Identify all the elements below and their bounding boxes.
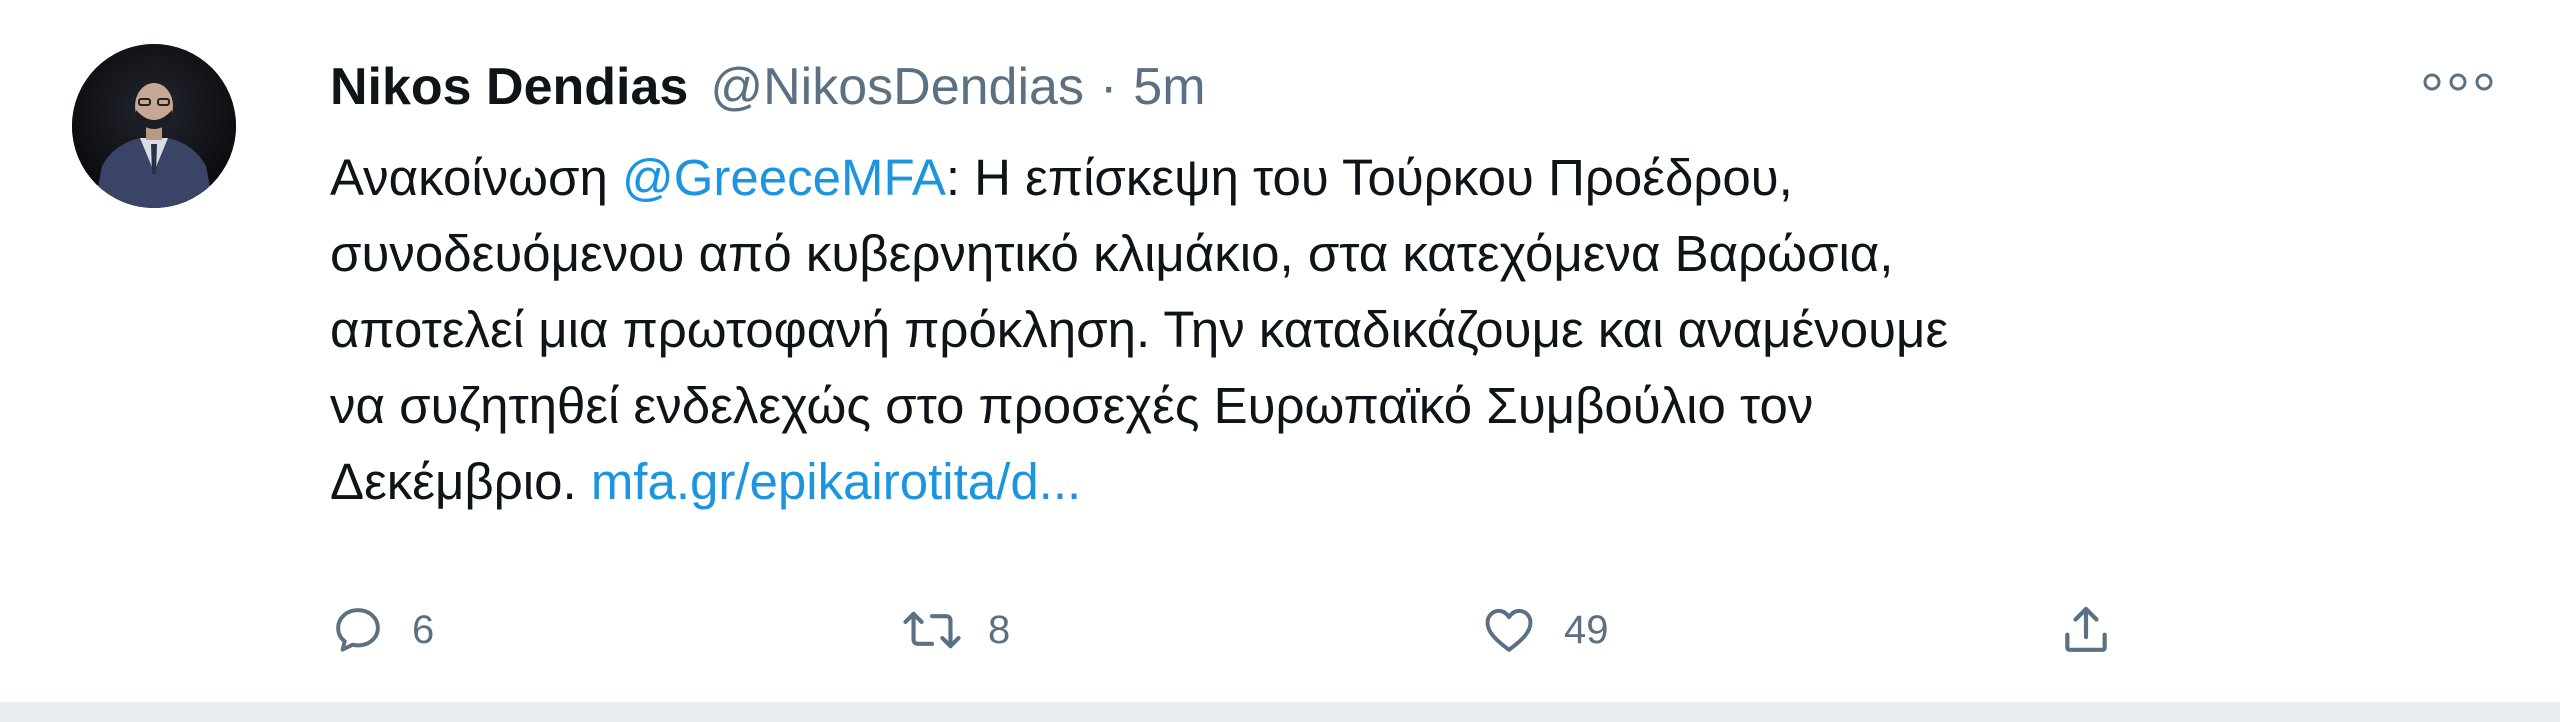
separator-dot: · (1099, 58, 1118, 116)
retweet-count: 8 (988, 607, 1011, 652)
timeline-divider (0, 702, 2560, 722)
tweet-actions: 6 8 49 (330, 590, 2230, 670)
retweet-button[interactable]: 8 (902, 590, 1010, 670)
tweet-text-line-1: Ανακοίνωση @GreeceMFA: Η επίσκεψη του Το… (330, 140, 2470, 216)
avatar-image (72, 44, 236, 208)
more-button[interactable] (2418, 62, 2498, 102)
tweet-text: Ανακοίνωση @GreeceMFA: Η επίσκεψη του Το… (330, 140, 2470, 520)
text-segment: Δεκέμβριο. (330, 453, 591, 510)
retweet-icon (903, 611, 961, 649)
tweet-card[interactable]: Nikos Dendias @NikosDendias · 5m Ανακοίν… (0, 0, 2560, 702)
author-display-name[interactable]: Nikos Dendias (330, 61, 688, 113)
text-segment: : Η επίσκεψη του Τούρκου Προέδρου, (945, 149, 1793, 206)
page: Nikos Dendias @NikosDendias · 5m Ανακοίν… (0, 0, 2560, 722)
like-count: 49 (1564, 607, 1609, 652)
heart-icon (1485, 608, 1533, 652)
avatar[interactable] (72, 44, 236, 208)
reply-count: 6 (412, 607, 435, 652)
tweet-header: Nikos Dendias @NikosDendias · 5m (330, 52, 1206, 122)
share-icon (2065, 606, 2107, 652)
reply-button[interactable]: 6 (330, 590, 434, 670)
tweet-text-line-3: αποτελεί μια πρωτοφανή πρόκληση. Την κατ… (330, 301, 1949, 358)
text-segment: Ανακοίνωση (330, 149, 622, 206)
tweet-timestamp[interactable]: 5m (1133, 61, 1205, 113)
author-handle[interactable]: @NikosDendias (710, 61, 1084, 113)
share-button[interactable] (2058, 590, 2114, 670)
url-link[interactable]: mfa.gr/epikairotita/d... (591, 453, 1081, 510)
like-button[interactable]: 49 (1480, 590, 1609, 670)
tweet-text-line-4: να συζητηθεί ενδελεχώς στο προσεχές Ευρω… (330, 377, 1814, 434)
tweet-text-line-2: συνοδευόμενου από κυβερνητικό κλιμάκιο, … (330, 225, 1894, 282)
reply-icon (336, 608, 380, 652)
mention-link[interactable]: @GreeceMFA (622, 149, 946, 206)
tweet-text-line-5: Δεκέμβριο. mfa.gr/epikairotita/d... (330, 444, 2470, 520)
more-horizontal-icon (2423, 73, 2493, 91)
